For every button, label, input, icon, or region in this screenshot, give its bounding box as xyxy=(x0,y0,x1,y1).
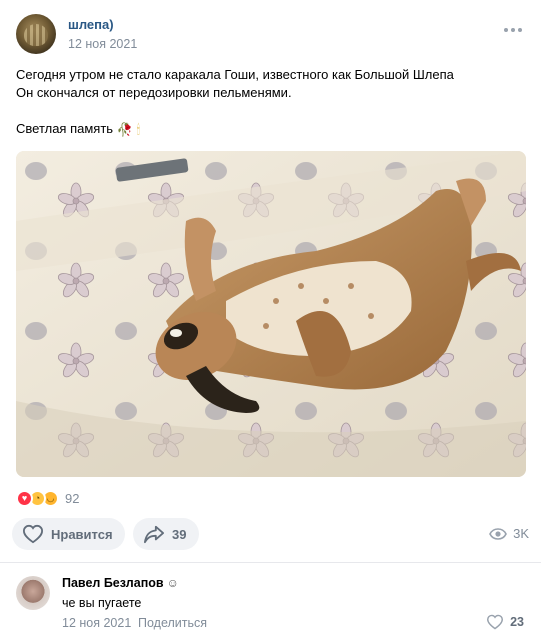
commenter-avatar[interactable] xyxy=(16,576,50,610)
post-text-line: Он скончался от передозировки пельменями… xyxy=(16,85,292,100)
comment-author[interactable]: Павел Безлапов xyxy=(62,576,164,590)
post-text-line: Светлая память xyxy=(16,121,114,136)
post-text-line-last: Светлая память 🥀 🕯 xyxy=(16,120,526,139)
rose-emoji-icon: 🥀 xyxy=(116,122,133,137)
post-text-line: Сегодня утром не стало каракала Гоши, из… xyxy=(16,67,454,82)
share-count: 39 xyxy=(172,526,187,542)
post-card: шлепа) 12 ноя 2021 Сегодня утром не стал… xyxy=(0,0,541,639)
comments-divider xyxy=(0,562,541,563)
comment-like-count: 23 xyxy=(510,615,524,629)
comment-item: Павел Безлапов ☺ че вы пугаете 12 ноя 202… xyxy=(16,574,528,636)
reactions-summary[interactable]: ♥ ◔ ◡ 92 xyxy=(16,489,79,507)
eye-icon xyxy=(489,527,507,540)
comment-share-link[interactable]: Поделиться xyxy=(138,616,207,630)
views-counter: 3K xyxy=(489,526,529,541)
comment-author-row: Павел Безлапов ☺ xyxy=(62,576,179,590)
post-text-line xyxy=(16,102,526,120)
share-arrow-icon xyxy=(144,525,164,544)
smirk-emoji-icon: ☺ xyxy=(166,576,179,590)
post-header: шлепа) 12 ноя 2021 xyxy=(16,14,526,56)
comment-like-button[interactable]: 23 xyxy=(486,614,524,630)
more-options-icon[interactable] xyxy=(504,27,522,33)
heart-outline-icon xyxy=(487,614,504,630)
post-text: Сегодня утром не стало каракала Гоши, из… xyxy=(16,66,526,139)
comment-text: че вы пугаете xyxy=(62,596,142,610)
candle-emoji-icon: 🕯 xyxy=(136,122,141,137)
author-avatar[interactable] xyxy=(16,14,56,54)
like-label: Нравится xyxy=(51,526,113,542)
comment-date[interactable]: 12 ноя 2021 xyxy=(62,616,131,630)
views-count: 3K xyxy=(513,526,529,541)
post-photo[interactable] xyxy=(16,151,526,477)
post-author[interactable]: шлепа) xyxy=(68,17,114,32)
post-date[interactable]: 12 ноя 2021 xyxy=(68,37,137,51)
heart-reaction-icon: ♥ xyxy=(16,489,33,507)
caracal-photo xyxy=(16,151,526,477)
like-button[interactable]: Нравится xyxy=(12,518,125,550)
heart-outline-icon xyxy=(22,524,44,544)
reactions-count: 92 xyxy=(65,490,80,506)
share-button[interactable]: 39 xyxy=(133,518,199,550)
post-actions: Нравится 39 3K xyxy=(12,518,529,550)
